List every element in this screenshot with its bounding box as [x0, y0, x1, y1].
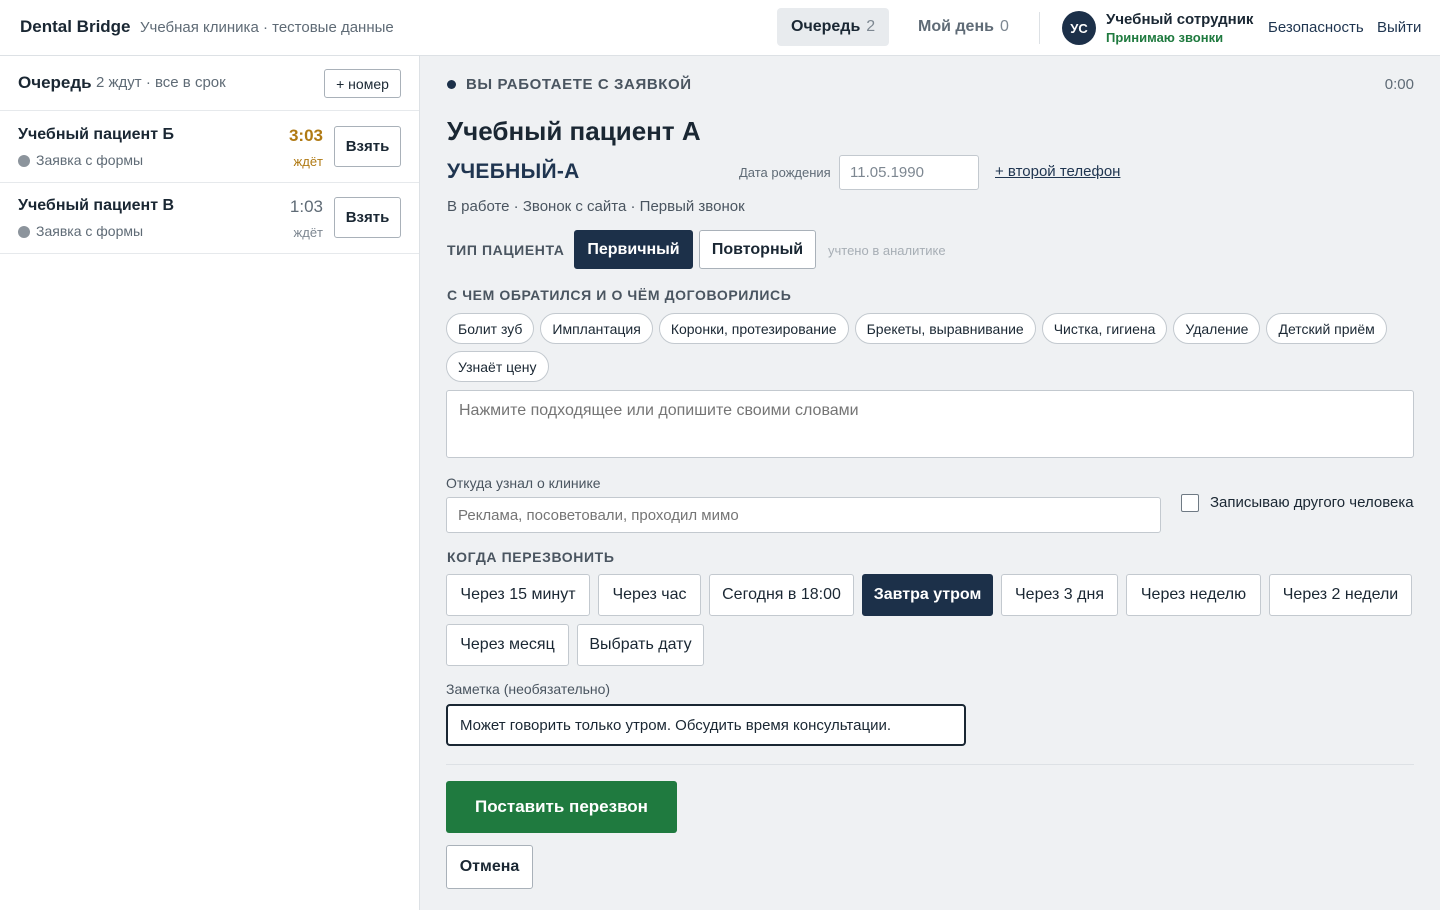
source-field[interactable] — [446, 497, 1161, 533]
note-label: Заметка (необязательно) — [446, 681, 611, 697]
pick-date-button[interactable]: Выбрать дату — [577, 624, 704, 666]
patient-type-primary-button[interactable]: Первичный — [574, 230, 693, 269]
tab-my-day-count: 0 — [999, 18, 1009, 35]
tab-my-day-label: Мой день — [918, 18, 994, 35]
take-button[interactable]: Взять — [334, 126, 401, 167]
callback-label: КОГДА ПЕРЕЗВОНИТЬ — [447, 549, 615, 565]
queue-header: Очередь 2 ждут · все в срок + номер — [0, 56, 419, 111]
divider — [446, 764, 1414, 765]
set-callback-button[interactable]: Поставить перезвон — [446, 781, 677, 833]
add-number-button[interactable]: + номер — [324, 69, 401, 98]
user-name: Учебный сотрудник — [1106, 11, 1254, 28]
add-second-phone-link[interactable]: + второй телефон — [995, 163, 1120, 180]
queue-item[interactable]: Учебный пациент Б Заявка с формы 3:03 жд… — [0, 112, 419, 183]
queue-sidebar: Очередь 2 ждут · все в срок + номер Учеб… — [0, 56, 420, 910]
other-person-label[interactable]: Записываю другого человека — [1210, 494, 1414, 511]
call-timer: 0:00 — [1384, 76, 1414, 93]
status-dot-icon — [18, 155, 30, 167]
reason-chip[interactable]: Брекеты, выравнивание — [854, 313, 1036, 344]
reason-chip[interactable]: Детский приём — [1266, 313, 1387, 344]
clinic-subtitle: Учебная клиника · тестовые данные — [140, 19, 394, 36]
reason-chip[interactable]: Узнаёт цену — [446, 351, 549, 382]
reason-chip[interactable]: Чистка, гигиена — [1041, 313, 1168, 344]
request-panel: ВЫ РАБОТАЕТЕ С ЗАЯВКОЙ 0:00 Учебный паци… — [420, 56, 1440, 910]
security-link[interactable]: Безопасность — [1268, 19, 1364, 36]
brand-logo[interactable]: Dental Bridge — [20, 17, 131, 37]
patient-name: Учебный пациент А — [447, 116, 701, 146]
request-status-line: В работе · Звонок с сайта · Первый звоно… — [447, 198, 745, 215]
user-status: Принимаю звонки — [1106, 30, 1224, 45]
top-bar: Dental Bridge Учебная клиника · тестовые… — [0, 0, 1440, 56]
queue-item-name: Учебный пациент В — [18, 197, 175, 214]
callback-option-button[interactable]: Сегодня в 18:00 — [709, 574, 854, 616]
reason-chip[interactable]: Удаление — [1173, 313, 1261, 344]
take-button[interactable]: Взять — [334, 197, 401, 238]
status-dot-icon — [18, 226, 30, 238]
source-label: Откуда узнал о клинике — [446, 475, 601, 491]
queue-item-wait-time: 3:03 — [288, 126, 323, 145]
callback-option-button[interactable]: Через 3 дня — [1001, 574, 1118, 616]
tab-queue-label: Очередь — [791, 18, 861, 35]
queue-item-source: Заявка с формы — [36, 152, 144, 168]
queue-item[interactable]: Учебный пациент В Заявка с формы 1:03 жд… — [0, 183, 419, 254]
working-label: ВЫ РАБОТАЕТЕ С ЗАЯВКОЙ — [466, 76, 692, 93]
queue-item-wait-label: ждёт — [293, 154, 323, 169]
reason-label: С ЧЕМ ОБРАТИЛСЯ И О ЧЁМ ДОГОВОРИЛИСЬ — [447, 287, 792, 303]
tab-queue-count: 2 — [866, 18, 876, 35]
queue-summary: 2 ждут · все в срок — [96, 74, 226, 91]
divider — [1039, 12, 1040, 44]
avatar[interactable]: УС — [1062, 11, 1096, 45]
patient-type-label: ТИП ПАЦИЕНТА — [447, 242, 565, 258]
queue-item-name: Учебный пациент Б — [18, 126, 174, 143]
callback-option-button[interactable]: Завтра утром — [862, 574, 993, 616]
queue-title: Очередь — [18, 73, 92, 92]
dob-field[interactable] — [839, 155, 979, 190]
cancel-button[interactable]: Отмена — [446, 845, 533, 889]
callback-option-button[interactable]: Через час — [598, 574, 701, 616]
reason-chip[interactable]: Коронки, протезирование — [658, 313, 849, 344]
patient-type-repeat-button[interactable]: Повторный — [699, 230, 816, 269]
callback-option-button[interactable]: Через 2 недели — [1269, 574, 1412, 616]
reason-chip[interactable]: Имплантация — [540, 313, 653, 344]
reason-chips: Болит зуб Имплантация Коронки, протезиро… — [446, 313, 1416, 382]
queue-item-source: Заявка с формы — [36, 223, 144, 239]
tab-my-day[interactable]: Мой день 0 — [904, 8, 1023, 46]
active-dot-icon — [447, 80, 456, 89]
callback-option-button[interactable]: Через неделю — [1126, 574, 1261, 616]
logout-link[interactable]: Выйти — [1377, 19, 1421, 36]
reason-chip[interactable]: Болит зуб — [446, 313, 535, 344]
callback-option-button[interactable]: Через месяц — [446, 624, 569, 666]
queue-item-wait-time: 1:03 — [289, 197, 323, 216]
reason-textarea[interactable] — [446, 390, 1414, 458]
analytics-hint: учтено в аналитике — [828, 243, 946, 258]
callback-option-button[interactable]: Через 15 минут — [446, 574, 590, 616]
patient-code: УЧЕБНЫЙ-А — [447, 160, 580, 183]
note-field[interactable] — [446, 704, 966, 746]
dob-label: Дата рождения — [739, 165, 831, 180]
queue-item-wait-label: ждёт — [293, 225, 323, 240]
tab-queue[interactable]: Очередь 2 — [777, 8, 890, 46]
other-person-checkbox[interactable] — [1181, 494, 1199, 512]
